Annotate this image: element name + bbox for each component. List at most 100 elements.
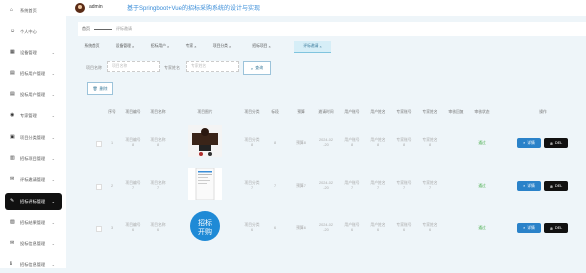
chevron-down-icon: ⌄ (51, 220, 55, 225)
cell-project-name: 项目名称 8 (150, 138, 166, 147)
detail-button-label: 详情 (527, 140, 535, 145)
expert-icon: ◉ (10, 112, 15, 118)
column-header: 项目分类 (244, 110, 260, 114)
tab-6[interactable]: 招标项目 × (246, 41, 277, 52)
tab-1[interactable]: 系统首页 (78, 41, 106, 52)
column-header: 用户账号 (344, 110, 360, 114)
breadcrumb-divider (94, 28, 112, 30)
cell-user-account: 用户账号 7 (344, 181, 360, 190)
cell-expert-account: 专家账号 7 (396, 181, 412, 190)
avatar[interactable] (75, 3, 85, 13)
detail-button[interactable]: ⌕ 详情 (517, 223, 541, 233)
expert-name-input[interactable]: 专家姓名 (186, 61, 239, 72)
sidebar-item-3[interactable]: ▦ 设备管理 ⌄ (5, 44, 62, 61)
row-checkbox[interactable] (96, 141, 102, 147)
chevron-down-icon: ⌄ (51, 199, 55, 204)
chevron-down-icon: ⌄ (51, 262, 55, 267)
sidebar-item-label: 招标信息管理 (20, 261, 46, 267)
sidebar-item-label: 系统首页 (20, 7, 37, 13)
home-icon: ⌂ (10, 7, 14, 13)
tab-label: 设备管理 (115, 44, 131, 48)
user-list-icon: ▤ (10, 91, 15, 97)
row-delete-button[interactable]: ⊗ DEL (544, 223, 568, 233)
column-header: 项目图片 (197, 110, 213, 114)
sidebar-item-6[interactable]: ◉ 专家管理 ⌄ (5, 107, 62, 124)
sidebar-item-5[interactable]: ▤ 投标用户管理 ⌄ (5, 86, 62, 103)
column-header: 邀请时间 (318, 110, 334, 114)
sidebar-item-label: 投标信息管理 (20, 240, 46, 246)
project-image: 招标 开购 (188, 210, 222, 242)
close-icon[interactable]: × (268, 45, 270, 49)
breadcrumb-home[interactable]: 首页 (82, 26, 90, 32)
row-delete-label: DEL (554, 226, 563, 230)
sidebar-item-label: 项目分类管理 (20, 134, 46, 140)
username: admin (89, 4, 103, 10)
expert-name-label: 专家姓名 (164, 65, 180, 70)
search-button[interactable]: ⌕ 查询 (243, 61, 271, 75)
delete-button[interactable]: 🗑 删除 (87, 82, 113, 95)
category-icon: ▣ (10, 134, 15, 140)
sidebar-item-2[interactable]: ☺ 个人中心 (5, 23, 62, 40)
close-icon[interactable]: × (229, 45, 231, 49)
sidebar-item-label: 招标用户管理 (20, 70, 46, 76)
column-header: 项目名称 (150, 110, 166, 114)
sidebar-item-10[interactable]: ✎ 招标评标管理 ⌄ (5, 193, 62, 210)
breadcrumb-current: 评标邀请 (116, 26, 132, 31)
row-delete-button[interactable]: ⊗ DEL (544, 138, 568, 148)
tab-4[interactable]: 专家 × (181, 41, 201, 52)
project-name-label: 项目名称 (86, 65, 102, 70)
sidebar-item-4[interactable]: ▤ 招标用户管理 ⌄ (5, 65, 62, 82)
cell-expert-name: 专家姓名 7 (422, 181, 438, 190)
info-icon: ℹ (10, 261, 12, 267)
sidebar-item-label: 个人中心 (20, 28, 37, 34)
sidebar-item-label: 设备管理 (20, 49, 37, 55)
detail-button[interactable]: ⌕ 详情 (517, 181, 541, 191)
result-icon: ▧ (10, 219, 15, 225)
tab-7[interactable]: 评标邀请 × (294, 41, 331, 53)
column-header: 审核回复 (448, 110, 464, 114)
tab-3[interactable]: 招标用户 × (143, 41, 177, 52)
sidebar-item-9[interactable]: ✉ 评标邀请管理 ⌄ (5, 171, 62, 188)
sidebar-item-11[interactable]: ▧ 招标结果管理 ⌄ (5, 214, 62, 231)
tab-2[interactable]: 设备管理 × (111, 41, 139, 52)
project-image (188, 125, 222, 157)
tab-bar: 系统首页 设备管理 × 招标用户 × 专家 × 项目分类 × 招标项目 × 评标邀请 × (78, 41, 586, 53)
sidebar-item-7[interactable]: ▣ 项目分类管理 ⌄ (5, 129, 62, 146)
detail-button[interactable]: ⌕ 详情 (517, 138, 541, 148)
close-icon[interactable]: × (194, 45, 196, 49)
delete-icon: ⊗ (549, 141, 553, 146)
chevron-down-icon: ⌄ (51, 135, 55, 140)
row-delete-label: DEL (554, 141, 563, 145)
cell-user-name: 用户姓名 6 (370, 223, 386, 232)
row-checkbox[interactable] (96, 184, 102, 190)
cell-budget: 预算8 (296, 141, 306, 145)
user-icon: ☺ (10, 28, 16, 34)
project-name-input[interactable]: 项目名称 (107, 61, 160, 72)
row-delete-button[interactable]: ⊗ DEL (544, 181, 568, 191)
column-header: 用户姓名 (370, 110, 386, 114)
close-icon[interactable]: × (167, 45, 169, 49)
tab-label: 项目分类 (212, 44, 228, 48)
sidebar-item-12[interactable]: ✉ 投标信息管理 ⌄ (5, 235, 62, 252)
search-icon: ⌕ (523, 184, 526, 188)
cell-expert-name: 专家姓名 6 (422, 223, 438, 232)
cell-budget: 预算7 (296, 184, 306, 188)
chevron-down-icon: ⌄ (51, 113, 55, 118)
sidebar-item-8[interactable]: ▥ 招标项目管理 ⌄ (5, 150, 62, 167)
row-checkbox[interactable] (96, 226, 102, 232)
tab-label: 招标用户 (150, 44, 166, 48)
sidebar-item-13[interactable]: ℹ 招标信息管理 ⌄ (5, 256, 62, 273)
cell-index: 2 (110, 184, 114, 188)
row-delete-label: DEL (554, 184, 563, 188)
close-icon[interactable]: × (132, 45, 134, 49)
tab-5[interactable]: 项目分类 × (207, 41, 237, 52)
svg-text:开购: 开购 (198, 227, 212, 236)
cell-category: 项目分类 7 (244, 181, 260, 190)
cell-user-name: 用户姓名 8 (370, 138, 386, 147)
sidebar-item-1[interactable]: ⌂ 系统首页 (5, 2, 62, 19)
close-icon[interactable]: × (319, 45, 321, 49)
cell-index: 3 (110, 226, 114, 230)
breadcrumb: 首页 评标邀请 (78, 22, 586, 36)
cell-project-name: 项目名称 6 (150, 223, 166, 232)
column-header: 专家姓名 (422, 110, 438, 114)
